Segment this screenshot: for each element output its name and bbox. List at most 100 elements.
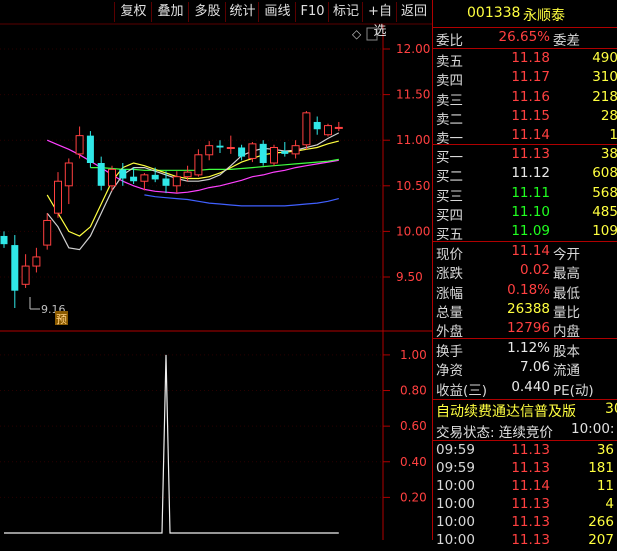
kline-chart-area[interactable]: 12.00 11.50 11.00 10.50 10.00 9.50 1.00 0.80 0.… [0, 0, 432, 540]
stat-value: 26388 [507, 300, 550, 317]
book-row: 卖四 11.17 310 [433, 69, 617, 89]
weibi-value: 26.65% [498, 29, 550, 45]
book-volume: 568 [592, 184, 617, 201]
candle [21, 254, 30, 288]
stock-name: 永顺泰 [523, 8, 565, 24]
book-row: 买五 11.09 109 [433, 223, 617, 243]
price-tick-label: 10.50 [396, 179, 430, 193]
candle [259, 140, 267, 166]
chart-toolbar: 复权 叠加 多股 统计 画线 F10 标记 +自选 返回 [0, 0, 432, 39]
tick-time: 09:59 [436, 460, 475, 476]
stock-code: 001338 [467, 5, 521, 21]
tick-row[interactable]: 09:59 11.13 181 [433, 460, 617, 479]
book-price: 11.12 [511, 165, 550, 182]
price-tick-label: 12.00 [396, 42, 430, 56]
stat-label: 总量 [436, 304, 463, 321]
stat-value: 11.14 [511, 243, 550, 259]
candle [43, 213, 52, 250]
book-volume: 109 [592, 223, 617, 240]
candle [32, 247, 41, 273]
tick-row[interactable]: 10:00 11.13 266 [433, 514, 617, 533]
trade-status-time: 10:00: [571, 421, 615, 437]
stat-label-2: 最低 [553, 285, 580, 302]
candle [140, 173, 149, 191]
book-row: 买三 11.11 568 [433, 184, 617, 205]
candle [216, 140, 224, 153]
tick-volume: 207 [588, 532, 614, 548]
tick-price: 11.13 [511, 514, 550, 530]
book-volume: 28 [600, 107, 617, 124]
trade-status-row: 交易状态: 连续竞价 10:00: [433, 421, 617, 441]
candle [86, 131, 94, 168]
price-tick-label: 9.50 [396, 270, 423, 284]
tick-row[interactable]: 10:00 11.13 4 [433, 496, 617, 515]
candle [54, 172, 62, 218]
stat-row: 总量 26388 量比 [433, 300, 617, 321]
candle [291, 140, 300, 159]
candle [172, 171, 181, 194]
indicator-series [4, 354, 339, 534]
toolbar-btn-5[interactable]: F10 [295, 2, 329, 22]
book-row: 卖二 11.15 28 [433, 107, 617, 128]
tick-time: 10:00 [436, 514, 475, 530]
toolbar-btn-0[interactable]: 复权 [114, 2, 152, 22]
book-row: 买一 11.13 38 [433, 146, 617, 166]
toolbar-btn-6[interactable]: 标记 [328, 2, 363, 22]
toolbar-btn-1[interactable]: 叠加 [151, 2, 189, 22]
tick-row[interactable]: 09:59 11.13 36 [433, 442, 617, 461]
weibi-label: 委比 [436, 33, 463, 49]
price-tick-label: 11.00 [396, 133, 430, 147]
book-volume: 310 [592, 69, 617, 86]
stat-value: 7.06 [519, 359, 550, 376]
candle [324, 123, 332, 137]
book-volume: 608 [592, 165, 617, 182]
candle [270, 144, 278, 166]
promo-text[interactable]: 自动续费通达信普及版 [436, 401, 576, 421]
book-price: 11.17 [511, 69, 550, 86]
tick-row[interactable]: 10:00 11.14 11 [433, 478, 617, 497]
candle [64, 158, 73, 205]
book-row: 卖三 11.16 218 [433, 88, 617, 109]
ma-line-1 [90, 158, 339, 171]
stat-label-2: 股本 [553, 344, 580, 360]
promo-number: 30 [605, 401, 617, 417]
candle [205, 141, 214, 161]
stat-value: 0.440 [511, 378, 550, 395]
stat-label-2: 量比 [553, 304, 580, 321]
book-price: 11.11 [511, 184, 550, 201]
tick-price: 11.13 [511, 460, 550, 476]
diamond-icon[interactable]: ◇ [352, 27, 362, 41]
stock-header: 001338 永顺泰 [433, 5, 617, 24]
tick-row[interactable]: 10:00 11.13 207 [433, 532, 617, 551]
book-volume: 490 [592, 50, 617, 66]
toolbar-btn-3[interactable]: 统计 [225, 2, 259, 22]
promo-row[interactable]: 自动续费通达信普及版 30 [433, 401, 617, 420]
book-volume: 1 [609, 127, 617, 144]
toolbar-btn-4[interactable]: 画线 [258, 2, 296, 22]
book-level-label: 卖二 [436, 111, 463, 128]
indicator-tick-label: 0.20 [400, 490, 427, 504]
toolbar-btn-7[interactable]: +自选 [362, 2, 397, 39]
book-row: 卖五 11.18 490 [433, 50, 617, 70]
tick-volume: 36 [596, 442, 614, 458]
book-level-label: 买二 [436, 169, 463, 186]
tick-price: 11.14 [511, 478, 550, 494]
stat-value: 0.18% [507, 281, 550, 298]
price-axis: 12.00 11.50 11.00 10.50 10.00 9.50 [0, 42, 430, 284]
toolbar-btn-2[interactable]: 多股 [188, 2, 226, 22]
tick-time: 10:00 [436, 532, 475, 548]
book-level-label: 卖五 [436, 54, 463, 70]
book-volume: 38 [600, 146, 617, 162]
book-level-label: 买三 [436, 188, 463, 205]
stat-label: 换手 [436, 344, 463, 360]
candle [313, 116, 321, 135]
ma-line-3 [144, 194, 339, 207]
book-volume: 218 [592, 88, 617, 105]
toolbar-btn-8[interactable]: 返回 [396, 2, 431, 22]
stat-row: 涨幅 0.18% 最低 [433, 281, 617, 302]
stat-row: 外盘 12796 内盘 [433, 320, 617, 340]
forecast-marker-label: 预 [56, 313, 67, 326]
tick-time: 09:59 [436, 442, 475, 458]
stat-label-2: 今开 [553, 247, 580, 263]
indicator-tick-label: 0.40 [400, 455, 427, 469]
